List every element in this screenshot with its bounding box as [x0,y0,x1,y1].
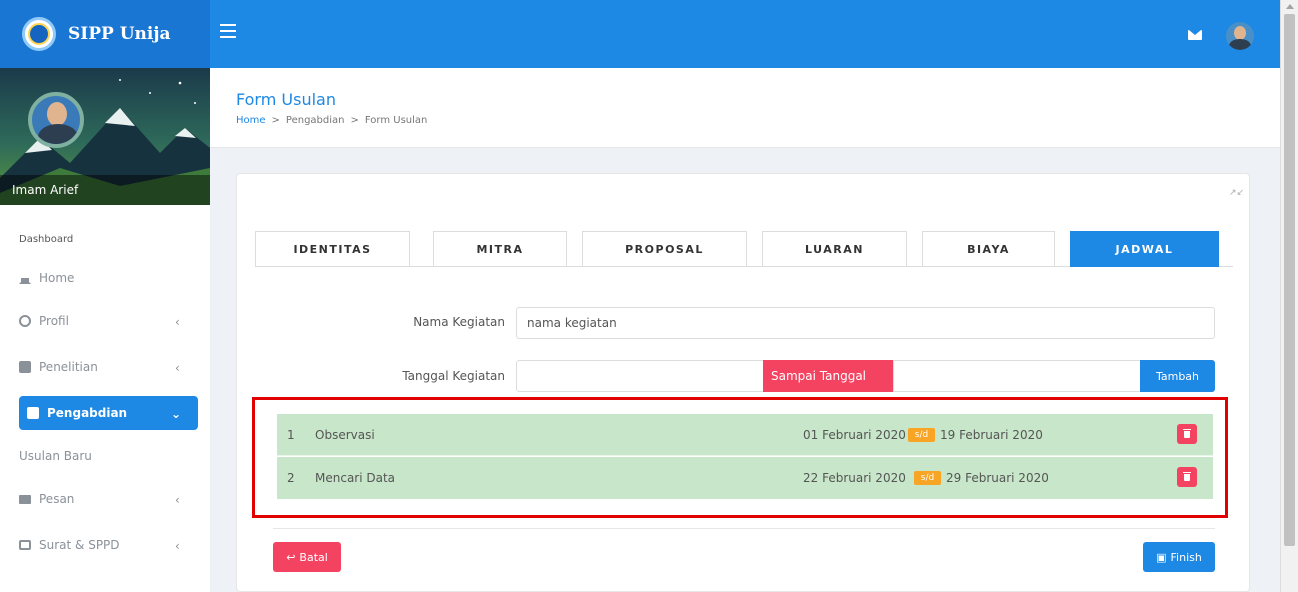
sd-badge: s/d [914,471,941,485]
chevron-left-icon: ‹ [175,493,180,507]
schedule-end-date: 29 Februari 2020 [946,471,1049,485]
sidebar: Imam Arief Dashboard Home Profil ‹ Penel… [0,68,210,592]
schedule-end-date: 19 Februari 2020 [940,427,1043,442]
user-icon [19,315,31,327]
tanggal-mulai-input[interactable] [516,360,764,392]
document-icon [27,407,39,419]
envelope-icon [19,540,31,550]
sidebar-item-label: Penelitian [39,360,98,374]
tab-proposal[interactable]: PROPOSAL [582,231,747,267]
batal-label: Batal [299,550,328,564]
top-navbar: SIPP Unija [0,0,1280,68]
sidebar-item-pesan[interactable]: Pesan ‹ [19,482,199,516]
delete-button[interactable] [1177,467,1197,487]
page-header: Form Usulan Home > Pengabdian > Form Usulan [210,68,1280,148]
chevron-down-icon: ⌄ [171,407,182,421]
delete-button[interactable] [1177,424,1197,444]
sidebar-item-penelitian[interactable]: Penelitian ‹ [19,350,199,384]
sidebar-item-label: Pengabdian [47,406,128,420]
schedule-activity: Observasi [315,427,375,442]
tanggal-selesai-input[interactable] [893,360,1141,392]
scroll-thumb[interactable] [1284,14,1295,546]
chevron-left-icon: ‹ [175,361,180,375]
form-card: ↗↙ IDENTITAS MITRA PROPOSAL LUARAN BIAYA… [236,173,1250,592]
tambah-button[interactable]: Tambah [1140,360,1215,392]
sidebar-item-label: Home [39,271,75,285]
finish-button[interactable]: ▣ Finish [1143,542,1215,572]
user-avatar[interactable] [1226,22,1254,50]
schedule-number: 1 [287,427,295,442]
sampai-tanggal-addon: Sampai Tanggal [763,360,894,392]
sidebar-heading: Dashboard [19,234,74,245]
breadcrumb-pengabdian[interactable]: Pengabdian [286,115,345,126]
sidebar-item-home[interactable]: Home [19,261,199,295]
schedule-activity: Mencari Data [315,471,396,485]
mail-icon[interactable] [1188,30,1202,40]
divider [273,528,1215,529]
trash-icon [1183,428,1191,438]
menu-toggle-icon[interactable] [220,24,236,38]
schedule-row: 1 Observasi 01 Februari 2020 s/d 19 Febr… [277,414,1213,456]
user-name[interactable]: Imam Arief [0,175,210,205]
document-icon [19,361,31,373]
nama-kegiatan-label: Nama Kegiatan [413,315,505,329]
chevron-left-icon: ‹ [175,539,180,553]
sidebar-item-profil[interactable]: Profil ‹ [19,304,199,338]
tab-mitra[interactable]: MITRA [433,231,567,267]
sidebar-item-pengabdian[interactable]: Pengabdian ⌄ [19,396,198,430]
page-title: Form Usulan [236,90,336,109]
profile-avatar [28,92,84,148]
breadcrumb-current: Form Usulan [364,115,428,126]
batal-button[interactable]: ↩ Batal [273,542,341,572]
tanggal-kegiatan-label: Tanggal Kegiatan [402,369,505,383]
schedule-number: 2 [287,471,295,485]
nama-kegiatan-input[interactable]: nama kegiatan [516,307,1215,339]
university-logo [22,17,56,51]
scroll-up-arrow-icon[interactable] [1286,4,1294,9]
schedule-row: 2 Mencari Data 22 Februari 2020 s/d 29 F… [277,457,1213,499]
profile-banner: Imam Arief [0,68,210,205]
sidebar-item-label: Pesan [39,492,75,506]
schedule-start-date: 22 Februari 2020 [803,471,906,485]
save-icon: ▣ [1156,550,1167,564]
breadcrumb-separator-icon: > [271,115,280,126]
sidebar-item-label: Profil [39,314,69,328]
mail-icon [19,494,31,504]
brand-title: SIPP Unija [68,24,171,44]
breadcrumb-separator-icon: > [350,115,359,126]
page-scrollbar[interactable] [1280,0,1298,592]
finish-label: Finish [1170,550,1202,564]
home-icon [19,272,31,284]
brand[interactable]: SIPP Unija [0,0,210,68]
sd-badge: s/d [908,428,935,442]
sidebar-subitem-usulan-baru[interactable]: Usulan Baru [19,449,92,463]
tab-luaran[interactable]: LUARAN [762,231,907,267]
chevron-left-icon: ‹ [175,315,180,329]
breadcrumb-home[interactable]: Home [236,115,266,126]
sidebar-item-surat-sppd[interactable]: Surat & SPPD ‹ [19,528,199,562]
breadcrumb: Home > Pengabdian > Form Usulan [236,115,427,126]
tab-jadwal[interactable]: JADWAL [1070,231,1219,267]
trash-icon [1183,471,1191,481]
expand-icon[interactable]: ↗↙ [1229,188,1244,198]
tab-identitas[interactable]: IDENTITAS [255,231,410,267]
form-tabs: IDENTITAS MITRA PROPOSAL LUARAN BIAYA JA… [255,231,1233,267]
sidebar-item-label: Surat & SPPD [39,538,120,552]
tab-biaya[interactable]: BIAYA [922,231,1055,267]
undo-icon: ↩ [286,550,296,564]
schedule-start-date: 01 Februari 2020 [803,427,906,442]
